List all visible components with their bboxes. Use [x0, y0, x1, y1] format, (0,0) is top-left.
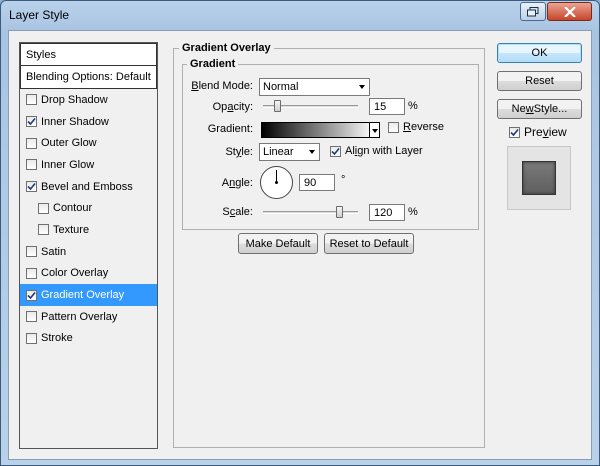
checkmark-icon [331, 147, 340, 155]
group-title: Gradient Overlay [179, 42, 274, 54]
scale-slider-thumb[interactable] [336, 206, 343, 218]
chevron-down-icon [359, 85, 365, 89]
style-item-checkbox[interactable] [26, 94, 37, 106]
style-item-gradient-overlay[interactable]: Gradient Overlay [20, 284, 157, 306]
gradient-swatch[interactable] [261, 122, 375, 138]
title-bar[interactable]: Layer Style [1, 1, 599, 29]
style-item-label: Inner Shadow [41, 115, 109, 128]
style-item-texture[interactable]: Texture [20, 219, 157, 241]
layer-style-window: Layer Style Styles Blending Options: Def… [0, 0, 600, 466]
style-item-label: Outer Glow [41, 137, 97, 150]
style-item-label: Inner Glow [41, 158, 95, 171]
preview-checkbox-box[interactable] [509, 126, 520, 138]
style-value: Linear [263, 146, 294, 158]
opacity-label: Opacity: [212, 101, 253, 113]
reset-button[interactable]: Reset [497, 71, 582, 91]
new-style-button[interactable]: Ne w Style... [497, 99, 582, 119]
style-item-bevel-and-emboss[interactable]: Bevel and Emboss [20, 176, 157, 198]
style-item-checkbox[interactable] [26, 159, 37, 171]
style-item-inner-shadow[interactable]: Inner Shadow [20, 111, 157, 133]
angle-dial-center [275, 181, 278, 184]
make-default-button[interactable]: Make Default [238, 233, 318, 254]
blend-mode-value: Normal [263, 81, 299, 93]
scale-unit: % [408, 206, 418, 218]
style-item-checkbox[interactable] [26, 137, 37, 149]
style-item-label: Pattern Overlay [41, 310, 118, 323]
style-item-checkbox[interactable] [26, 332, 37, 344]
style-item-pattern-overlay[interactable]: Pattern Overlay [20, 306, 157, 328]
style-item-checkbox[interactable] [26, 181, 37, 193]
style-item-inner-glow[interactable]: Inner Glow [20, 154, 157, 176]
style-item-checkbox[interactable] [26, 289, 37, 301]
opacity-input[interactable]: 15 [369, 98, 405, 115]
style-label: Style: [225, 146, 253, 158]
opacity-slider-thumb[interactable] [274, 100, 282, 112]
style-item-label: Drop Shadow [41, 93, 108, 106]
style-item-checkbox[interactable] [38, 224, 49, 236]
styles-header[interactable]: Styles [20, 43, 157, 66]
style-item-drop-shadow[interactable]: Drop Shadow [20, 89, 157, 111]
ok-button[interactable]: OK [497, 43, 582, 63]
scale-slider-track[interactable] [263, 211, 358, 214]
gradient-label: Gradient: [207, 123, 253, 135]
style-select[interactable]: Linear [259, 143, 320, 161]
restore-icon [527, 6, 539, 16]
style-item-checkbox[interactable] [26, 311, 37, 323]
style-item-checkbox[interactable] [38, 202, 49, 214]
style-item-checkbox[interactable] [26, 246, 37, 258]
reverse-checkbox-box[interactable] [388, 121, 399, 133]
style-item-label: Texture [53, 223, 90, 236]
reset-to-default-button[interactable]: Reset to Default [324, 233, 414, 254]
align-with-layer-checkbox[interactable]: Align with Layer [330, 145, 423, 157]
style-item-label: Contour [53, 202, 93, 215]
close-icon [563, 6, 576, 17]
angle-input[interactable]: 90 [299, 174, 335, 191]
styles-list: Styles Blending Options: Default Drop Sh… [19, 42, 158, 449]
preview-square [522, 161, 556, 195]
style-item-label: Gradient Overlay [41, 289, 125, 302]
style-item-stroke[interactable]: Stroke [20, 328, 157, 350]
style-item-contour[interactable]: Contour [20, 197, 157, 219]
scale-label: Scale: [222, 206, 253, 218]
style-item-label: Satin [41, 245, 67, 258]
angle-dial[interactable] [260, 166, 293, 199]
style-item-label: Color Overlay [41, 267, 109, 280]
opacity-unit: % [408, 100, 418, 112]
close-button[interactable] [547, 2, 592, 21]
style-item-checkbox[interactable] [26, 116, 37, 128]
style-item-label: Stroke [41, 332, 73, 345]
scale-input[interactable]: 120 [369, 204, 405, 221]
angle-unit: ° [341, 174, 346, 186]
window-title: Layer Style [9, 8, 70, 22]
align-checkbox-box[interactable] [330, 145, 341, 157]
style-item-label: Bevel and Emboss [41, 180, 133, 193]
preview-checkbox[interactable]: Preview [509, 125, 567, 139]
preview-thumbnail [507, 146, 571, 210]
reverse-checkbox[interactable]: Reverse [388, 121, 444, 133]
checkmark-icon [510, 128, 519, 136]
style-item-outer-glow[interactable]: Outer Glow [20, 132, 157, 154]
style-item-satin[interactable]: Satin [20, 241, 157, 263]
style-item-checkbox[interactable] [26, 267, 37, 279]
blending-options-item[interactable]: Blending Options: Default [20, 66, 157, 89]
angle-label: Angle: [221, 177, 253, 189]
gradient-dropdown-button[interactable] [369, 122, 380, 138]
checkmark-icon [27, 183, 36, 191]
gradient-group-label: Gradient [187, 58, 239, 70]
blend-mode-label: Blend Mode: [191, 80, 253, 92]
checkmark-icon [27, 291, 36, 299]
style-item-color-overlay[interactable]: Color Overlay [20, 263, 157, 285]
blend-mode-select[interactable]: Normal [259, 78, 370, 96]
checkmark-icon [27, 118, 36, 126]
restore-button[interactable] [520, 2, 546, 21]
chevron-down-icon [309, 150, 315, 154]
